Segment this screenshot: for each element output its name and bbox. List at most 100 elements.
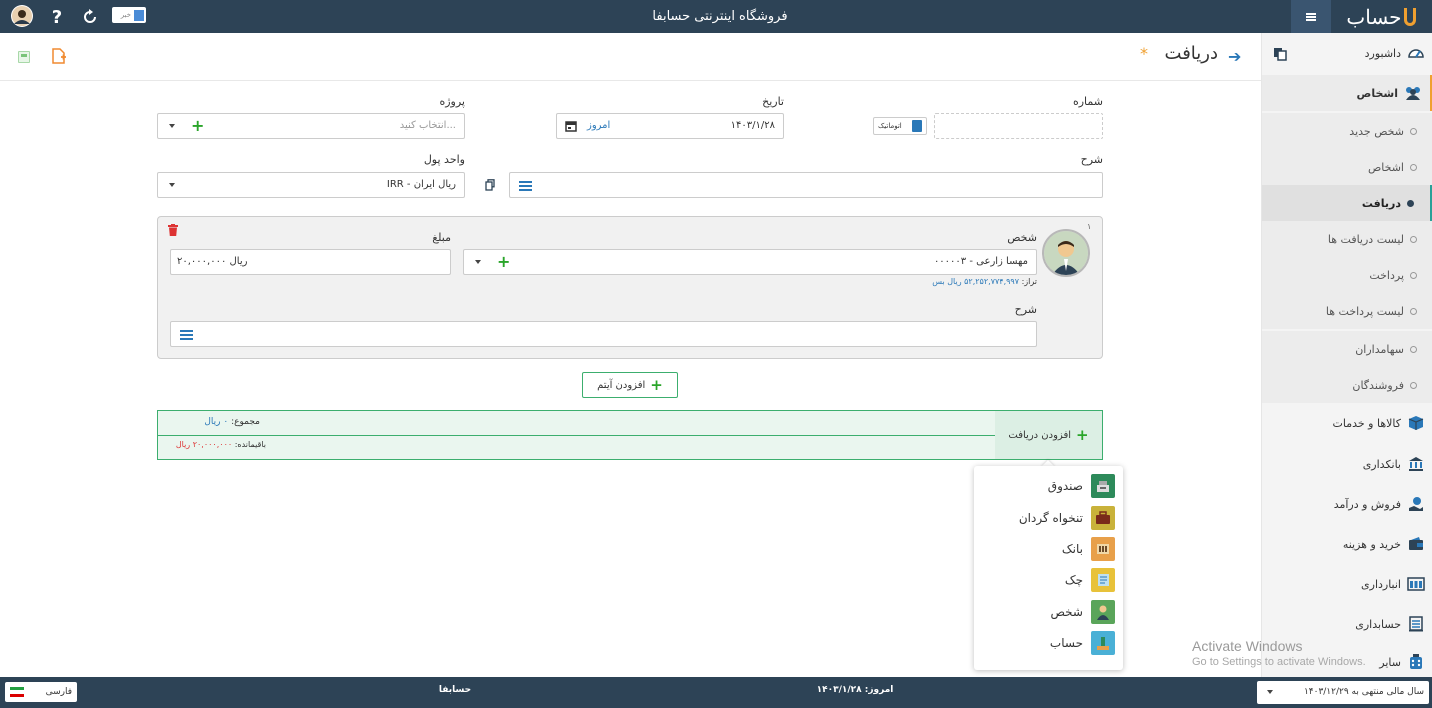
sidebar-item-dashboard[interactable]: داشبورد (1262, 35, 1432, 71)
news-label: خبر (120, 11, 131, 19)
logo-mark-icon (1403, 8, 1416, 26)
amount-label: مبلغ (432, 231, 451, 244)
footer-today: امروز: ۱۴۰۳/۱/۲۸ (800, 685, 910, 695)
sidebar-item-people[interactable]: اشخاص (1262, 75, 1432, 111)
add-project-icon[interactable]: + (191, 118, 204, 134)
chevron-down-icon[interactable] (169, 124, 175, 128)
copy-icon[interactable] (1273, 47, 1287, 61)
plus-icon: + (650, 376, 663, 394)
dropdown-item-petty-cash[interactable]: تنخواه گردان (975, 506, 1115, 530)
sidebar-item-vendors[interactable]: فروشندگان (1262, 367, 1432, 403)
sidebar-item-label: داشبورد (1364, 46, 1401, 60)
person-avatar (1042, 229, 1090, 277)
activate-windows-subtitle: Go to Settings to activate Windows. (1192, 656, 1366, 668)
menu-lines-icon[interactable] (180, 330, 193, 340)
chevron-down-icon[interactable] (169, 183, 175, 187)
menu-lines-icon[interactable] (519, 181, 532, 191)
copy-description-icon[interactable] (485, 179, 495, 191)
dropdown-item-person[interactable]: شخص (975, 600, 1115, 624)
add-receipt-label: افزودن دریافت (1008, 429, 1071, 441)
dropdown-item-bank[interactable]: بانک (975, 537, 1115, 561)
account-icon (1091, 631, 1115, 655)
amount-value: ۲۰,۰۰۰,۰۰۰ ریال (177, 256, 248, 267)
warehouse-icon (1407, 575, 1425, 593)
plus-icon: + (1076, 426, 1089, 444)
ledger-icon (1407, 615, 1425, 633)
cheque-icon (1091, 568, 1115, 592)
chevron-down-icon[interactable] (1267, 690, 1273, 694)
date-input[interactable]: ۱۴۰۳/۱/۲۸ امروز (556, 113, 784, 139)
currency-label: واحد پول (423, 153, 465, 166)
sidebar-item-warehouse[interactable]: انبارداری (1262, 566, 1432, 602)
news-button[interactable]: خبر (112, 7, 146, 23)
refresh-icon[interactable] (78, 5, 102, 29)
iran-flag-icon (10, 687, 24, 697)
add-person-icon[interactable]: + (497, 254, 510, 270)
user-avatar-icon[interactable] (10, 4, 34, 28)
currency-value: IRR - ریال ایران (386, 179, 456, 190)
add-item-button[interactable]: افزودن آیتم + (582, 372, 678, 398)
sidebar-item-sales[interactable]: فروش و درآمد (1262, 486, 1432, 522)
person-select[interactable]: ۰۰۰۰۰۳ - مهسا زارعی + (463, 249, 1037, 275)
dropdown-item-cheque[interactable]: چک (975, 568, 1115, 592)
sidebar-item-label: انبارداری (1361, 577, 1401, 591)
sidebar-item-payment-list[interactable]: لیست پرداخت ها (1262, 293, 1432, 329)
sidebar-item-label: لیست پرداخت ها (1325, 304, 1404, 318)
divider (158, 435, 995, 436)
dropdown-item-cash[interactable]: صندوق (975, 474, 1115, 498)
currency-select[interactable]: IRR - ریال ایران (157, 172, 465, 198)
delete-icon[interactable] (168, 224, 178, 236)
back-arrow-icon[interactable]: ➔ (1228, 47, 1241, 66)
sidebar-item-receipt-list[interactable]: لیست دریافت ها (1262, 221, 1432, 257)
save-icon[interactable] (18, 51, 30, 63)
bank-icon (1091, 537, 1115, 561)
language-select[interactable]: فارسی (5, 682, 77, 702)
help-icon[interactable]: ? (45, 5, 69, 29)
dropdown-item-label: تنخواه گردان (1018, 511, 1083, 525)
chevron-down-icon[interactable] (475, 260, 481, 264)
amount-input[interactable]: ۲۰,۰۰۰,۰۰۰ ریال (170, 249, 451, 275)
sidebar-item-label: خرید و هزینه (1342, 537, 1401, 551)
sidebar-item-persons[interactable]: اشخاص (1262, 149, 1432, 185)
sidebar-item-label: فروشندگان (1352, 378, 1404, 392)
activate-windows-title: Activate Windows (1192, 638, 1303, 654)
remaining-label: باقیمانده: (234, 440, 266, 449)
status-bar: فارسی حسابفا امروز: ۱۴۰۳/۱/۲۸ سال مالی م… (0, 677, 1432, 708)
dropdown-item-label: چک (1064, 573, 1083, 587)
add-receipt-button[interactable]: افزودن دریافت + (995, 411, 1102, 459)
today-button[interactable]: امروز (587, 120, 610, 131)
menu-toggle-button[interactable] (1291, 0, 1331, 33)
sidebar-item-label: دریافت (1361, 196, 1401, 210)
other-icon (1407, 653, 1425, 671)
sidebar-item-label: سایر (1379, 655, 1401, 669)
dropdown-item-label: حساب (1049, 636, 1083, 650)
auto-number-toggle[interactable]: اتوماتیک (873, 117, 927, 135)
sidebar-item-receipt[interactable]: دریافت (1262, 185, 1432, 221)
sidebar-item-accounting[interactable]: حسابداری (1262, 606, 1432, 642)
number-input[interactable] (934, 113, 1103, 139)
sidebar-item-new-person[interactable]: شخص جدید (1262, 113, 1432, 149)
person-value: ۰۰۰۰۰۳ - مهسا زارعی (933, 256, 1028, 267)
sidebar-item-payment[interactable]: پرداخت (1262, 257, 1432, 293)
bullet-icon (1410, 381, 1417, 389)
sidebar-item-label: اشخاص (1367, 160, 1404, 174)
dropdown-item-account[interactable]: حساب (975, 631, 1115, 655)
sidebar-item-shareholders[interactable]: سهامداران (1262, 331, 1432, 367)
project-select[interactable]: انتخاب کنید... + (157, 113, 465, 139)
item-description-input[interactable] (170, 321, 1037, 347)
calendar-icon[interactable] (565, 120, 577, 132)
person-icon (1091, 600, 1115, 624)
sidebar-item-label: پرداخت (1369, 268, 1404, 282)
sidebar-item-banking[interactable]: بانکداری (1262, 446, 1432, 482)
sidebar-item-purchase[interactable]: خرید و هزینه (1262, 526, 1432, 562)
fiscal-year-select[interactable]: سال مالی منتهی به ۱۴۰۳/۱۲/۲۹ (1257, 681, 1429, 704)
description-input[interactable] (509, 172, 1103, 198)
sidebar-item-label: لیست دریافت ها (1327, 232, 1404, 246)
date-value: ۱۴۰۳/۱/۲۸ (730, 120, 775, 131)
new-document-icon[interactable] (52, 48, 66, 64)
briefcase-icon (1091, 506, 1115, 530)
app-logo: حساب (1336, 3, 1426, 31)
sidebar-item-products[interactable]: کالاها و خدمات (1262, 405, 1432, 441)
description-label: شرح (1080, 153, 1103, 166)
dropdown-item-label: شخص (1050, 605, 1083, 619)
